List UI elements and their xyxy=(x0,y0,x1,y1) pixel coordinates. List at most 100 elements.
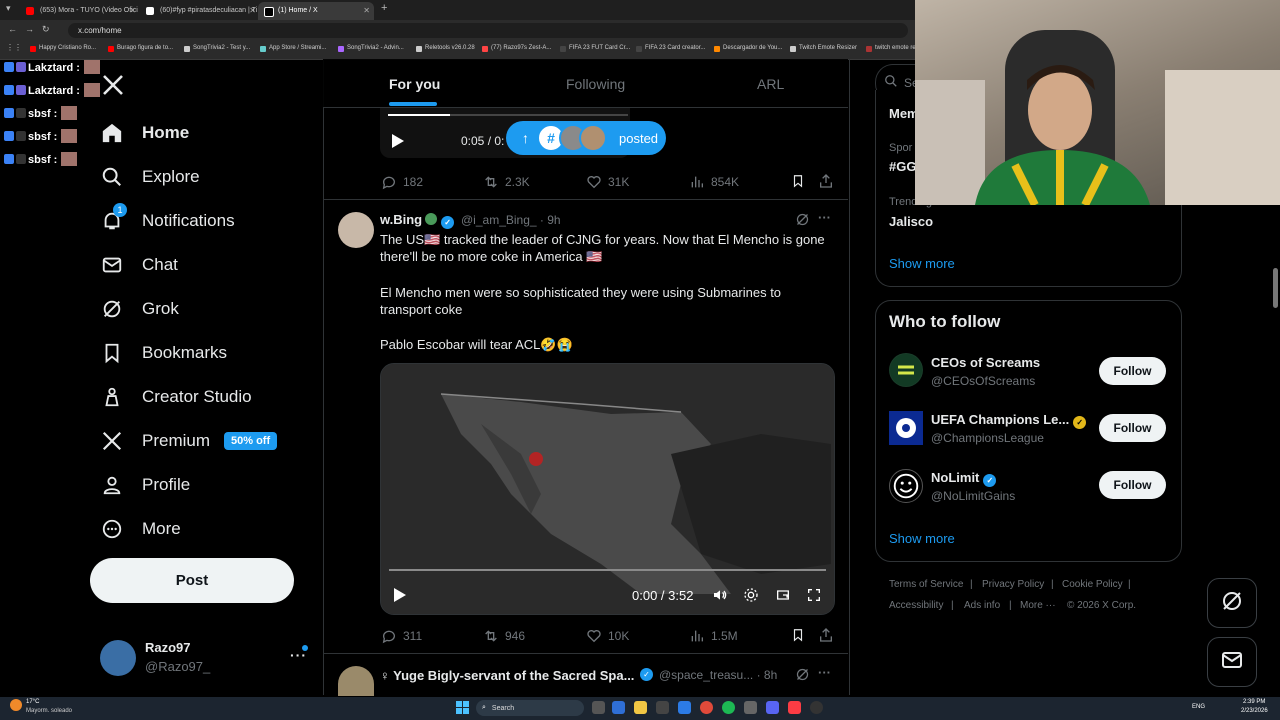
bookmark-item[interactable]: Burago figura de to... xyxy=(108,45,173,52)
tweet-time[interactable]: · 8h xyxy=(757,668,778,682)
trend-item[interactable]: Jalisco xyxy=(889,214,933,229)
nav-grok[interactable]: Grok xyxy=(100,291,179,327)
settings-icon[interactable] xyxy=(743,587,759,608)
bookmark-item[interactable]: Reletools v26.0.28 xyxy=(416,45,475,52)
fullscreen-icon[interactable] xyxy=(806,587,822,608)
share-button[interactable] xyxy=(818,173,840,189)
trends-show-more[interactable]: Show more xyxy=(889,256,955,271)
suggested-account-name[interactable]: NoLimit ✓ xyxy=(931,470,997,487)
grok-icon[interactable] xyxy=(795,212,810,232)
tab-following[interactable]: Following xyxy=(566,76,625,92)
spotify-icon[interactable] xyxy=(722,701,735,714)
clock-date[interactable]: 2/23/2026 xyxy=(1241,708,1268,714)
grok-floating-button[interactable] xyxy=(1207,578,1257,628)
bookmark-item[interactable]: Twitch Emote Resizer xyxy=(790,45,857,52)
browser-tab-active[interactable]: (1) Home / X ✕ xyxy=(258,2,374,20)
bookmark-item[interactable]: SongTrivia2 - Test y... xyxy=(184,45,250,52)
nav-more[interactable]: More xyxy=(100,511,181,547)
more-options-icon[interactable]: ··· xyxy=(818,210,831,225)
nav-explore[interactable]: Explore xyxy=(100,159,200,195)
new-tab-icon[interactable]: + xyxy=(381,2,387,14)
suggested-account-name[interactable]: CEOs of Screams xyxy=(931,355,1040,370)
follow-button[interactable]: Follow xyxy=(1099,357,1166,385)
tweet-author-name[interactable]: ♀ Yuge Bigly-servant of the Sacred Spa..… xyxy=(380,668,634,683)
tweet-handle[interactable]: @space_treasu... xyxy=(659,668,753,682)
video-progress-track[interactable] xyxy=(389,569,826,571)
taskbar-search-box[interactable]: ⌕ Search xyxy=(476,700,584,716)
scrollbar-thumb[interactable] xyxy=(1273,268,1278,308)
language-indicator[interactable]: ENG xyxy=(1192,704,1205,710)
nav-profile[interactable]: Profile xyxy=(100,467,190,503)
edge-icon[interactable] xyxy=(612,701,625,714)
picture-in-picture-icon[interactable] xyxy=(775,587,791,608)
trend-item[interactable]: #GG xyxy=(889,159,916,174)
nav-chat[interactable]: Chat xyxy=(100,247,178,283)
bookmark-item[interactable]: Happy Cristiano Ro... xyxy=(30,45,96,52)
avatar[interactable] xyxy=(100,640,136,676)
bookmark-item[interactable]: App Store / Streami... xyxy=(260,45,326,52)
bookmark-item[interactable]: FIFA 23 Card creator... xyxy=(636,45,705,52)
bookmark-item[interactable]: Descargador de You... xyxy=(714,45,782,52)
suggested-account-name[interactable]: UEFA Champions Le... ✓ xyxy=(931,412,1087,429)
reload-icon[interactable]: ↻ xyxy=(42,24,50,35)
app-icon[interactable] xyxy=(744,701,757,714)
close-icon[interactable]: ✕ xyxy=(363,2,370,20)
tweet-author-name[interactable]: w.Bing ✓ xyxy=(380,212,455,229)
like-button[interactable]: 31K xyxy=(586,174,629,190)
footer-link-cookie[interactable]: Cookie Policy xyxy=(1062,579,1123,590)
views-button[interactable]: 1.5M xyxy=(689,628,738,644)
share-button[interactable] xyxy=(818,627,840,643)
close-icon[interactable]: ✕ xyxy=(129,2,136,20)
app-icon[interactable] xyxy=(678,701,691,714)
follow-button[interactable]: Follow xyxy=(1099,414,1166,442)
avatar[interactable] xyxy=(338,666,374,696)
tweet-video[interactable]: 0:00 / 3:52 xyxy=(380,363,835,615)
avatar[interactable] xyxy=(889,353,923,387)
browser-tab[interactable]: (60)#fyp #piratasdeculiacan | Ti ✕ xyxy=(140,2,260,20)
browser-tab[interactable]: (653) Mora - TUYO (Video Ofici ✕ xyxy=(20,2,140,20)
tab-arl[interactable]: ARL xyxy=(757,76,784,92)
tweet-handle[interactable]: @i_am_Bing_ xyxy=(461,213,537,227)
who-to-follow-show-more[interactable]: Show more xyxy=(889,531,955,546)
nav-home[interactable]: Home xyxy=(100,115,189,151)
more-options-icon[interactable]: ··· xyxy=(818,665,831,680)
chrome-icon[interactable] xyxy=(700,701,713,714)
url-field[interactable]: x.com/home xyxy=(68,23,908,38)
avatar[interactable] xyxy=(338,212,374,248)
bookmark-item[interactable]: (77) Razo97s Zest-A... xyxy=(482,45,551,52)
post-button[interactable]: Post xyxy=(90,558,294,603)
nav-bookmarks[interactable]: Bookmarks xyxy=(100,335,227,371)
forward-icon[interactable]: → xyxy=(25,24,34,34)
bookmark-button[interactable] xyxy=(791,627,811,643)
repost-button[interactable]: 2.3K xyxy=(483,174,530,190)
repost-button[interactable]: 946 xyxy=(483,628,525,644)
footer-link-terms[interactable]: Terms of Service xyxy=(889,579,963,590)
views-button[interactable]: 854K xyxy=(689,174,739,190)
tab-for-you[interactable]: For you xyxy=(389,76,440,92)
obs-icon[interactable] xyxy=(810,701,823,714)
clock-time[interactable]: 2:39 PM xyxy=(1243,699,1265,705)
tweet-time[interactable]: · 9h xyxy=(540,213,561,227)
avatar[interactable] xyxy=(889,469,923,503)
tab-list-icon[interactable]: ▾ xyxy=(6,3,11,14)
weather-icon[interactable] xyxy=(10,699,22,711)
app-icon[interactable] xyxy=(656,701,669,714)
music-icon[interactable] xyxy=(788,701,801,714)
apps-icon[interactable]: ⋮⋮ xyxy=(6,43,22,52)
bookmark-button[interactable] xyxy=(791,173,811,189)
play-icon[interactable] xyxy=(393,587,407,608)
x-logo-icon[interactable] xyxy=(101,73,125,102)
footer-link-privacy[interactable]: Privacy Policy xyxy=(982,579,1044,590)
file-explorer-icon[interactable] xyxy=(634,701,647,714)
footer-link-ads-info[interactable]: Ads info xyxy=(964,600,1000,611)
avatar[interactable] xyxy=(889,411,923,445)
reply-button[interactable]: 311 xyxy=(381,628,422,644)
bookmark-item[interactable]: SongTrivia2 - Advin... xyxy=(338,45,404,52)
discord-icon[interactable] xyxy=(766,701,779,714)
nav-premium[interactable]: Premium 50% off xyxy=(100,423,278,459)
nav-creator-studio[interactable]: Creator Studio xyxy=(100,379,252,415)
new-posts-pill[interactable]: ↑ # posted xyxy=(506,121,666,155)
windows-start-icon[interactable] xyxy=(456,701,469,719)
back-icon[interactable]: ← xyxy=(8,24,17,34)
volume-icon[interactable] xyxy=(711,587,729,608)
